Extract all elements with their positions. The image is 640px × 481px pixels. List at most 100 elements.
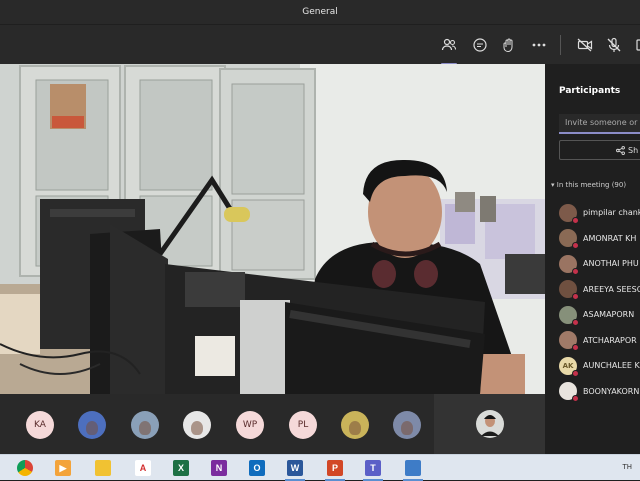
participant-row[interactable]: ASAMAPORN xyxy=(559,302,640,328)
outlook-icon: O xyxy=(249,460,265,476)
share-label: Sh xyxy=(628,145,639,155)
in-meeting-section-header[interactable]: ▾ In this meeting (90) xyxy=(551,181,626,189)
participants-panel: Participants Invite someone or d Sh ▾ In… xyxy=(545,64,640,454)
teams-taskbar-button[interactable]: T xyxy=(360,458,386,481)
participant-tile[interactable]: PL xyxy=(289,411,317,439)
chrome-taskbar-button[interactable] xyxy=(12,458,38,478)
excel-icon: X xyxy=(173,460,189,476)
participant-name: AMONRAT KH xyxy=(583,233,637,243)
presenter-video-image xyxy=(0,64,545,394)
participant-row[interactable]: ATCHARAPOR xyxy=(559,328,640,354)
status-dot xyxy=(572,344,579,352)
tile-photo xyxy=(139,421,151,435)
acrobat-taskbar-button[interactable]: A xyxy=(130,458,156,478)
status-dot xyxy=(572,242,579,250)
status-dot xyxy=(572,216,579,224)
status-dot xyxy=(572,267,579,275)
participant-avatar xyxy=(559,331,579,352)
self-avatar-image xyxy=(476,410,504,438)
media-player-icon: ▶ xyxy=(55,460,71,476)
chat-icon xyxy=(473,38,487,52)
onenote-taskbar-button[interactable]: N xyxy=(206,458,232,478)
share-invite-button[interactable]: Sh xyxy=(559,140,640,160)
participant-avatar xyxy=(559,280,579,301)
participant-name: ANOTHAI PHU xyxy=(583,259,639,269)
reactions-button[interactable] xyxy=(497,33,521,57)
panel-title: Participants xyxy=(559,86,621,96)
excel-taskbar-button[interactable]: X xyxy=(168,458,194,478)
participant-tile[interactable] xyxy=(78,411,106,439)
tile-initials: KA xyxy=(34,420,46,430)
participant-list: pimpilar chank AMONRAT KH ANOTHAI PHU AREEY… xyxy=(559,200,640,404)
main-video-feed[interactable] xyxy=(0,64,545,394)
participant-avatar xyxy=(559,382,579,403)
title-bar: General xyxy=(0,0,640,24)
participant-row[interactable]: AMONRAT KH xyxy=(559,226,640,252)
tile-photo xyxy=(401,421,413,435)
in-meeting-label: In this meeting (90) xyxy=(556,181,627,189)
self-video-tile[interactable] xyxy=(434,394,545,454)
network-taskbar-button[interactable] xyxy=(400,458,426,481)
tray-language[interactable]: TH xyxy=(622,463,632,471)
powerpoint-taskbar-button[interactable]: P xyxy=(322,458,348,481)
participant-avatar: AK xyxy=(559,356,579,377)
acrobat-icon: A xyxy=(135,460,151,476)
participant-tile[interactable] xyxy=(341,411,369,439)
window-title: General xyxy=(302,7,338,17)
participant-row[interactable]: AK AUNCHALEE K xyxy=(559,353,640,379)
tile-initials: WP xyxy=(242,420,258,430)
video-strip: KA WP PL xyxy=(0,394,545,454)
participant-name: BOONYAKORN xyxy=(583,386,640,396)
participant-tile[interactable] xyxy=(183,411,211,439)
powerpoint-icon: P xyxy=(327,460,343,476)
participant-row[interactable]: AREEYA SEESO xyxy=(559,277,640,303)
status-dot xyxy=(572,293,579,301)
reactions-icon xyxy=(503,38,513,53)
participant-name: AREEYA SEESO xyxy=(583,284,640,294)
participant-row[interactable]: BOONYAKORN xyxy=(559,379,640,405)
participants-icon xyxy=(441,38,457,51)
participant-row[interactable]: pimpilar chank xyxy=(559,200,640,226)
status-dot xyxy=(572,395,579,403)
participant-initials: AK xyxy=(562,361,574,370)
tile-photo xyxy=(86,421,98,435)
camera-toggle-button[interactable] xyxy=(573,33,597,57)
file-explorer-icon xyxy=(95,460,111,476)
participant-name: pimpilar chank xyxy=(583,208,640,218)
mic-off-icon xyxy=(607,37,621,52)
participant-avatar xyxy=(559,254,579,275)
participant-tile[interactable]: KA xyxy=(26,411,54,439)
share-tray-button[interactable] xyxy=(630,33,640,57)
participant-avatar xyxy=(559,305,579,326)
participants-button[interactable] xyxy=(437,33,461,57)
participant-tile[interactable] xyxy=(131,411,159,439)
invite-input[interactable]: Invite someone or d xyxy=(559,114,640,134)
word-icon: W xyxy=(287,460,303,476)
file-explorer-taskbar-button[interactable] xyxy=(90,458,116,478)
toolbar-divider xyxy=(560,35,561,55)
participant-avatar xyxy=(559,203,579,224)
more-options-button[interactable] xyxy=(527,33,551,57)
tile-photo xyxy=(191,421,203,435)
share-tray-icon xyxy=(636,39,640,51)
onenote-icon: N xyxy=(211,460,227,476)
participant-row[interactable]: ANOTHAI PHU xyxy=(559,251,640,277)
chat-button[interactable] xyxy=(468,33,492,57)
outlook-taskbar-button[interactable]: O xyxy=(244,458,270,478)
teams-icon: T xyxy=(365,460,381,476)
meeting-toolbar xyxy=(0,24,640,65)
participant-tile[interactable]: WP xyxy=(236,411,264,439)
mic-toggle-button[interactable] xyxy=(602,33,626,57)
tile-initials: PL xyxy=(297,420,309,430)
media-player-taskbar-button[interactable]: ▶ xyxy=(50,458,76,478)
status-dot xyxy=(572,369,579,377)
chrome-icon xyxy=(17,460,33,476)
network-icon xyxy=(405,460,421,476)
participant-name: ATCHARAPOR xyxy=(583,335,637,345)
participant-name: ASAMAPORN xyxy=(583,310,635,320)
tile-photo xyxy=(349,421,361,435)
camera-off-icon xyxy=(577,38,593,52)
participant-tile[interactable] xyxy=(393,411,421,439)
windows-taskbar: ▶ A X N O W P T TH xyxy=(0,454,640,481)
word-taskbar-button[interactable]: W xyxy=(282,458,308,481)
